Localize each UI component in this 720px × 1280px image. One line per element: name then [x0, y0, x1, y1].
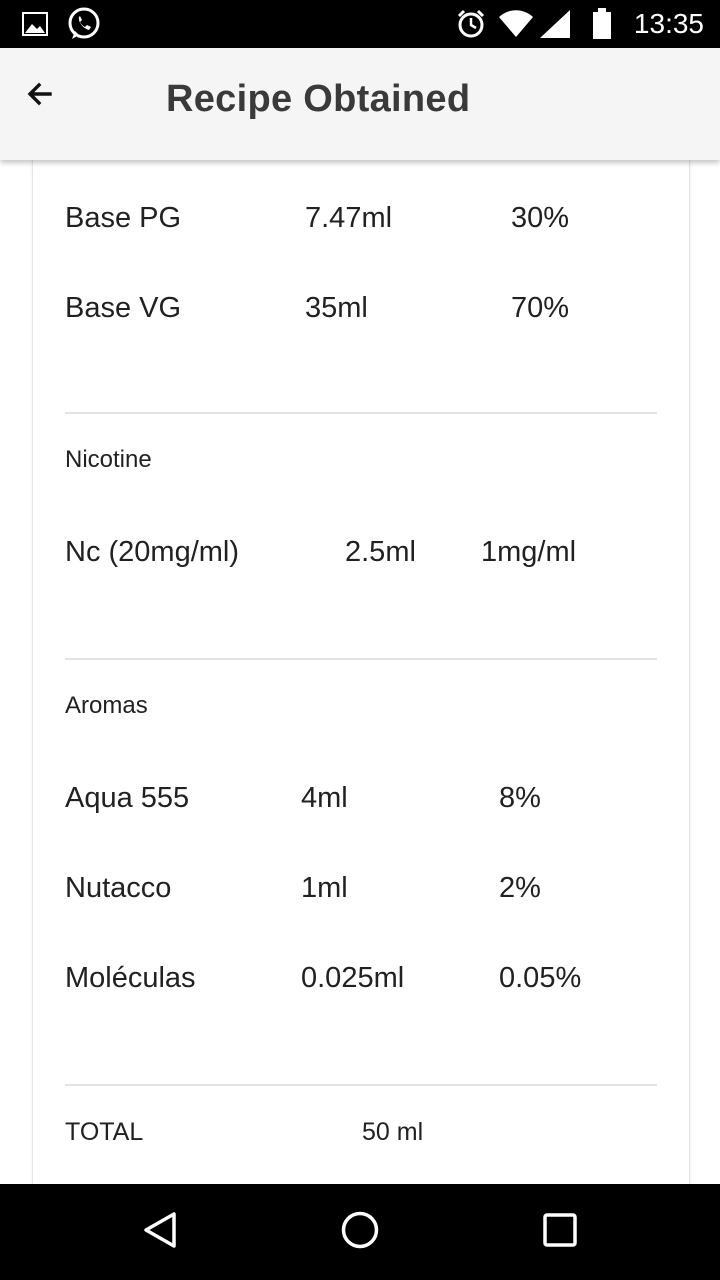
ingredient-percent: 0.05%: [499, 962, 582, 994]
home-circle-icon: [340, 1210, 380, 1255]
aroma-row: Moléculas 0.025ml 0.05%: [65, 962, 657, 998]
nicotine-row: Nc (20mg/ml) 2.5ml 1mg/ml: [65, 536, 657, 572]
back-button[interactable]: [16, 72, 64, 120]
nav-back-button[interactable]: [136, 1208, 184, 1256]
total-value: 50 ml: [362, 1118, 424, 1146]
status-time: 13:35: [633, 8, 704, 39]
ingredient-amount: 7.47ml: [305, 202, 393, 234]
ingredient-amount: 1ml: [301, 872, 348, 904]
page-title: Recipe Obtained: [166, 78, 471, 120]
recipe-card: Base PG 7.47ml 30% Base VG 35ml 70% Nico…: [32, 160, 690, 1184]
ingredient-name: Nc (20mg/ml): [65, 536, 240, 568]
ingredient-percent: 30%: [511, 202, 570, 234]
aroma-row: Aqua 555 4ml 8%: [65, 782, 657, 818]
signal-icon: [538, 0, 572, 48]
wifi-icon: [498, 0, 534, 48]
ingredient-percent: 70%: [511, 292, 570, 324]
image-icon: [22, 0, 48, 48]
back-triangle-icon: [142, 1211, 178, 1254]
ingredient-concentration: 1mg/ml: [481, 536, 577, 568]
section-title-nicotine: Nicotine: [65, 446, 152, 473]
recents-square-icon: [542, 1212, 578, 1253]
aroma-row: Nutacco 1ml 2%: [65, 872, 657, 908]
ingredient-amount: 0.025ml: [301, 962, 405, 994]
ingredient-amount: 2.5ml: [345, 536, 416, 568]
ingredient-percent: 8%: [499, 782, 541, 814]
app-bar: Recipe Obtained: [0, 48, 720, 160]
ingredient-amount: 4ml: [301, 782, 348, 814]
nav-recents-button[interactable]: [536, 1208, 584, 1256]
status-bar: 13:35: [0, 0, 720, 48]
ingredient-name: Base VG: [65, 292, 182, 324]
divider: [65, 1084, 657, 1086]
ingredient-name: Nutacco: [65, 872, 172, 904]
divider: [65, 658, 657, 660]
navigation-bar: [0, 1184, 720, 1280]
ingredient-name: Base PG: [65, 202, 182, 234]
ingredient-amount: 35ml: [305, 292, 368, 324]
battery-icon: [592, 0, 612, 48]
base-row-pg: Base PG 7.47ml 30%: [65, 202, 657, 238]
total-row: TOTAL 50 ml: [65, 1118, 657, 1150]
base-row-vg: Base VG 35ml 70%: [65, 292, 657, 328]
arrow-back-icon: [26, 80, 54, 113]
section-title-aromas: Aromas: [65, 692, 148, 719]
whatsapp-icon: [66, 0, 102, 48]
ingredient-name: Aqua 555: [65, 782, 190, 814]
total-label: TOTAL: [65, 1118, 144, 1146]
nav-home-button[interactable]: [336, 1208, 384, 1256]
ingredient-name: Moléculas: [65, 962, 196, 994]
alarm-icon: [456, 0, 486, 48]
divider: [65, 412, 657, 414]
ingredient-percent: 2%: [499, 872, 541, 904]
